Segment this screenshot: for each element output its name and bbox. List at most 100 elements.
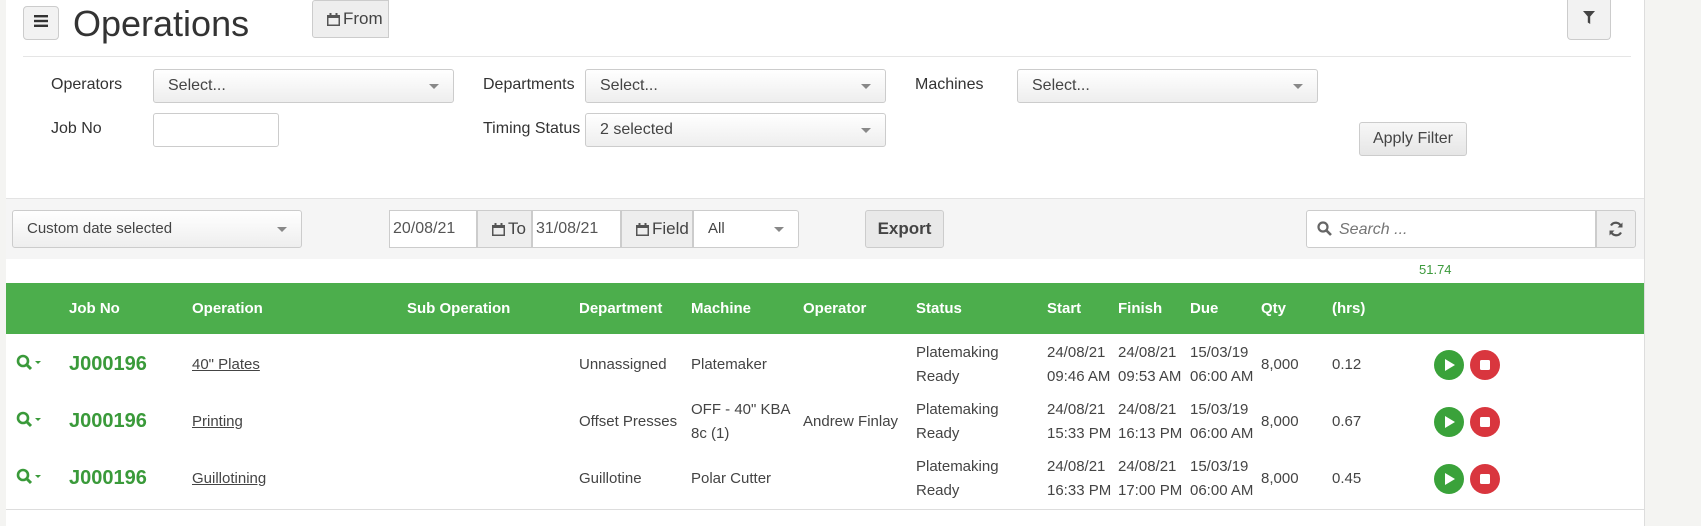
col-machine[interactable]: Machine <box>691 283 751 334</box>
play-icon <box>1445 416 1455 428</box>
start: 24/08/21 09:46 AM <box>1047 341 1110 389</box>
table-header: Job No Operation Sub Operation Departmen… <box>6 283 1644 334</box>
table-row: J000196 Guillotining Guillotine Polar Cu… <box>6 448 1644 510</box>
start: 24/08/21 15:33 PM <box>1047 398 1111 446</box>
finish-time: 16:13 PM <box>1118 425 1183 442</box>
col-job-no[interactable]: Job No <box>69 283 120 334</box>
timing-status-select-value: 2 selected <box>600 121 673 138</box>
apply-filter-button[interactable]: Apply Filter <box>1359 122 1467 156</box>
header-divider <box>23 56 1631 57</box>
operation-link-text[interactable]: Printing <box>192 413 243 430</box>
stop-button[interactable] <box>1470 350 1500 380</box>
due-time: 06:00 AM <box>1190 482 1254 499</box>
start-time: 15:33 PM <box>1047 425 1112 442</box>
to-addon: To <box>477 210 532 248</box>
hours: 0.45 <box>1332 470 1362 487</box>
play-icon <box>1445 473 1455 485</box>
search-icon <box>1317 221 1332 236</box>
export-button[interactable]: Export <box>865 210 944 248</box>
start-date: 24/08/21 <box>1047 344 1106 361</box>
due-time: 06:00 AM <box>1190 425 1254 442</box>
calendar-icon <box>492 223 505 236</box>
col-operation[interactable]: Operation <box>192 283 263 334</box>
col-status[interactable]: Status <box>916 283 962 334</box>
calendar-icon <box>327 13 340 26</box>
finish: 24/08/21 16:13 PM <box>1118 398 1182 446</box>
status: Platemaking Ready <box>916 341 999 389</box>
field-select[interactable]: All <box>693 210 799 248</box>
operation-link[interactable]: Guillotining <box>192 448 266 509</box>
qty: 8,000 <box>1261 470 1299 487</box>
start-button[interactable] <box>1434 464 1464 494</box>
col-department[interactable]: Department <box>579 283 662 334</box>
start-date: 24/08/21 <box>1047 401 1106 418</box>
start-button[interactable] <box>1434 350 1464 380</box>
col-finish[interactable]: Finish <box>1118 283 1162 334</box>
table-row: J000196 Printing Offset Presses OFF - 40… <box>6 391 1644 453</box>
col-due[interactable]: Due <box>1190 283 1218 334</box>
operators-select[interactable]: Select... <box>153 69 454 103</box>
machine: Platemaker <box>691 356 767 373</box>
operators-select-value: Select... <box>168 77 226 94</box>
chevron-down-icon <box>861 128 871 133</box>
machine-line2: 8c (1) <box>691 425 730 442</box>
finish-time: 09:53 AM <box>1118 368 1182 385</box>
to-date-input[interactable]: 31/08/21 <box>532 210 621 248</box>
operation-link-text[interactable]: Guillotining <box>192 470 266 487</box>
zoom-dropdown-icon[interactable] <box>15 354 45 374</box>
status-line1: Platemaking <box>916 401 999 418</box>
col-start[interactable]: Start <box>1047 283 1081 334</box>
chevron-down-icon <box>1293 84 1303 89</box>
start-button[interactable] <box>1434 407 1464 437</box>
due: 15/03/19 06:00 AM <box>1190 455 1253 503</box>
machines-select-value: Select... <box>1032 77 1090 94</box>
zoom-dropdown-icon[interactable] <box>15 468 45 488</box>
due-date: 15/03/19 <box>1190 401 1249 418</box>
menu-button[interactable] <box>23 6 59 40</box>
stop-icon <box>1480 360 1490 370</box>
department: Offset Presses <box>579 413 678 430</box>
job-number[interactable]: J000196 <box>69 391 147 452</box>
stop-button[interactable] <box>1470 407 1500 437</box>
col-qty[interactable]: Qty <box>1261 283 1286 334</box>
job-number[interactable]: J000196 <box>69 448 147 509</box>
filter-area: Operations Operators Select... Departmen… <box>6 0 1644 198</box>
chevron-down-icon <box>861 84 871 89</box>
machine: OFF - 40" KBA 8c (1) <box>691 398 791 446</box>
finish-date: 24/08/21 <box>1118 458 1177 475</box>
finish: 24/08/21 09:53 AM <box>1118 341 1181 389</box>
hours: 0.67 <box>1332 413 1362 430</box>
job-number[interactable]: J000196 <box>69 334 147 395</box>
menu-icon <box>34 14 48 32</box>
machine: Polar Cutter <box>691 470 772 487</box>
to-label: To <box>508 219 526 238</box>
status-line2: Ready <box>916 425 960 442</box>
status: Platemaking Ready <box>916 398 999 446</box>
timing-status-select[interactable]: 2 selected <box>585 113 886 147</box>
filter-toggle-button[interactable] <box>1567 0 1611 40</box>
table-row: J000196 40" Plates Unnassigned Platemake… <box>6 334 1644 396</box>
refresh-button[interactable] <box>1596 210 1636 248</box>
date-range-select[interactable]: Custom date selected <box>12 210 302 248</box>
finish-date: 24/08/21 <box>1118 401 1177 418</box>
qty: 8,000 <box>1261 356 1299 373</box>
jobno-input[interactable] <box>153 113 279 147</box>
operation-link[interactable]: Printing <box>192 391 243 452</box>
machines-select[interactable]: Select... <box>1017 69 1318 103</box>
hours: 0.12 <box>1332 356 1362 373</box>
machines-label: Machines <box>915 76 984 93</box>
operation-link[interactable]: 40" Plates <box>192 334 260 395</box>
from-date-input[interactable]: 20/08/21 <box>389 210 477 248</box>
zoom-dropdown-icon[interactable] <box>15 411 45 431</box>
finish-date: 24/08/21 <box>1118 344 1177 361</box>
col-operator[interactable]: Operator <box>803 283 866 334</box>
start-time: 16:33 PM <box>1047 482 1112 499</box>
col-hrs[interactable]: (hrs) <box>1332 283 1365 334</box>
departments-select[interactable]: Select... <box>585 69 886 103</box>
operation-link-text[interactable]: 40" Plates <box>192 356 260 373</box>
search-input[interactable] <box>1337 214 1581 246</box>
col-sub-operation[interactable]: Sub Operation <box>407 283 510 334</box>
due-date: 15/03/19 <box>1190 458 1249 475</box>
start-date: 24/08/21 <box>1047 458 1106 475</box>
stop-button[interactable] <box>1470 464 1500 494</box>
